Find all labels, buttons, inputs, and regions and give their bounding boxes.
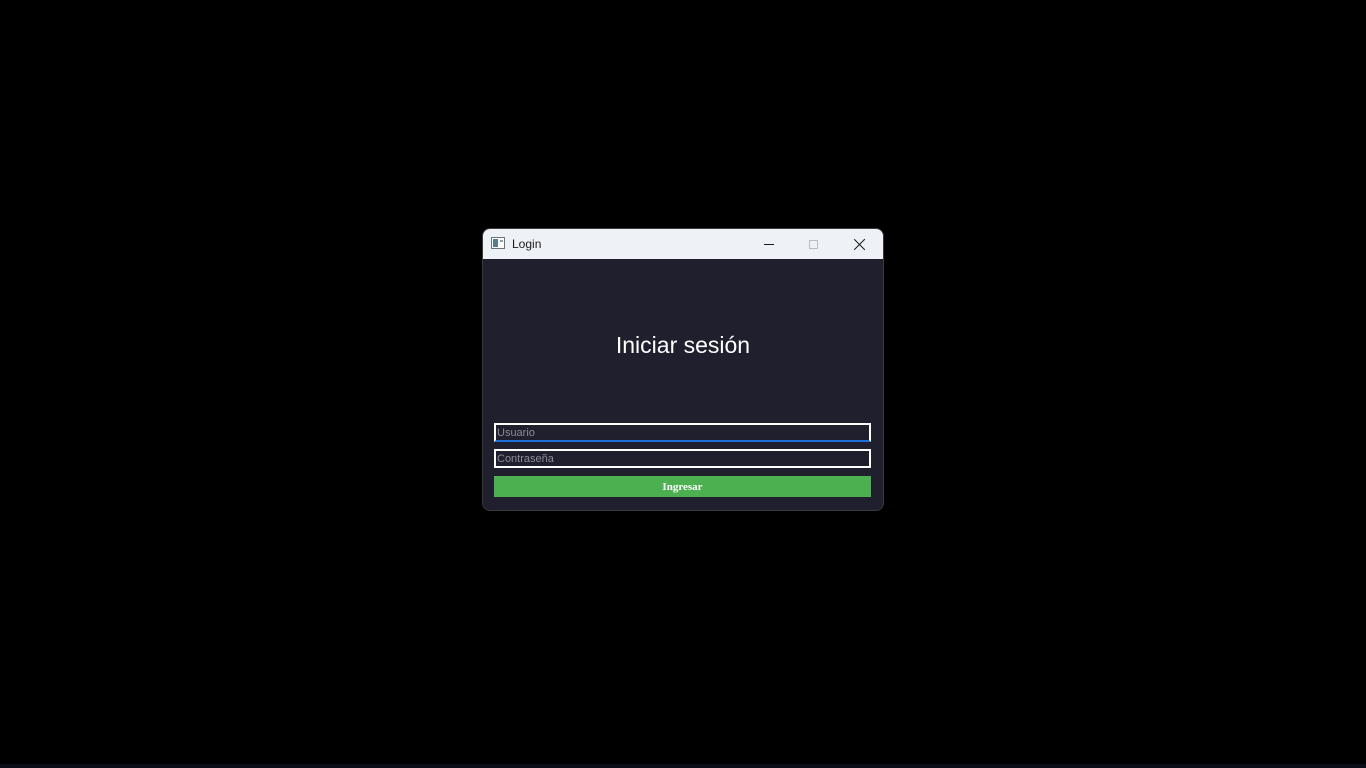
app-icon-pane <box>493 239 498 247</box>
login-window: Login Iniciar sesión Ingresar <box>483 229 883 510</box>
close-button[interactable] <box>837 229 882 259</box>
username-field[interactable] <box>494 423 871 442</box>
login-heading: Iniciar sesión <box>615 332 751 358</box>
submit-button[interactable]: Ingresar <box>494 476 871 497</box>
login-form: Iniciar sesión Ingresar <box>483 259 883 510</box>
minimize-button[interactable] <box>746 229 791 259</box>
close-icon <box>854 238 866 250</box>
password-field[interactable] <box>494 449 871 468</box>
maximize-button <box>791 229 836 259</box>
title-bar[interactable]: Login <box>483 229 883 259</box>
window-title: Login <box>512 237 542 251</box>
maximize-icon <box>809 239 818 249</box>
taskbar-edge <box>0 764 1366 768</box>
window-app-icon <box>491 237 505 249</box>
minimize-icon <box>763 243 774 245</box>
desktop: Login Iniciar sesión Ingresar <box>0 0 1366 768</box>
app-icon-dot <box>500 240 503 242</box>
